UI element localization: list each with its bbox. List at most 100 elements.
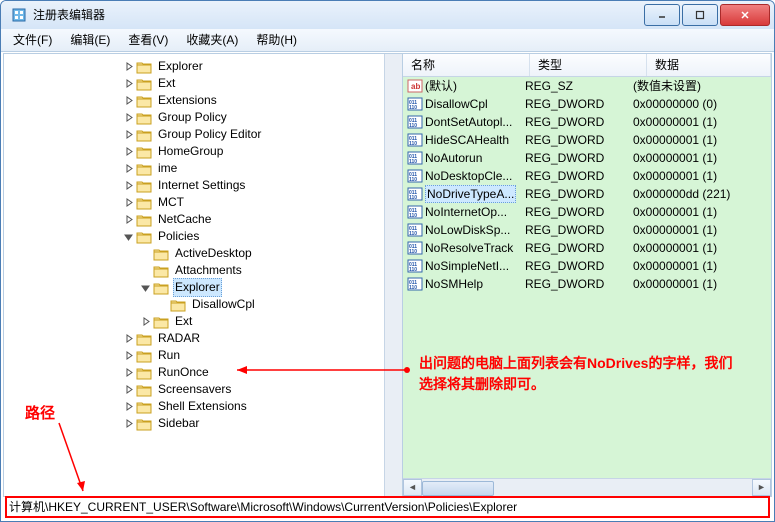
expander-icon[interactable] [123,61,134,72]
maximize-button[interactable] [682,4,718,26]
menu-edit[interactable]: 编辑(E) [62,30,118,51]
tree-row[interactable]: Policies [4,228,402,245]
tree-row[interactable]: RADAR [4,330,402,347]
list-row[interactable]: 011110NoDriveTypeA...REG_DWORD0x000000dd… [403,185,771,203]
titlebar[interactable]: 注册表编辑器 [1,1,774,29]
expander-icon[interactable] [123,418,134,429]
tree-row[interactable]: ActiveDesktop [4,245,402,262]
list-hscrollbar[interactable]: ◄ ► [403,478,771,496]
menu-favorites[interactable]: 收藏夹(A) [178,30,246,51]
expander-icon[interactable] [140,282,151,293]
tree-row[interactable]: Explorer [4,58,402,75]
list-row[interactable]: 011110NoAutorunREG_DWORD0x00000001 (1) [403,149,771,167]
expander-icon[interactable] [123,95,134,106]
tree-row[interactable]: MCT [4,194,402,211]
tree-row[interactable]: DisallowCpl [4,296,402,313]
scroll-right-button[interactable]: ► [752,479,771,496]
close-button[interactable] [720,4,770,26]
folder-icon [136,94,152,108]
tree-row[interactable]: Group Policy Editor [4,126,402,143]
menu-file[interactable]: 文件(F) [5,30,60,51]
expander-icon [140,248,151,259]
list-row[interactable]: 011110DontSetAutopl...REG_DWORD0x0000000… [403,113,771,131]
tree-row[interactable]: Group Policy [4,109,402,126]
menu-help[interactable]: 帮助(H) [248,30,305,51]
tree-row[interactable]: Ext [4,313,402,330]
folder-icon [136,213,152,227]
value-data: 0x00000001 (1) [629,132,771,149]
value-name: NoDesktopCle... [425,168,512,185]
folder-icon [136,77,152,91]
expander-icon[interactable] [123,367,134,378]
value-data: 0x00000001 (1) [629,150,771,167]
value-name: DisallowCpl [425,96,488,113]
expander-icon[interactable] [123,333,134,344]
expander-icon [140,265,151,276]
tree-row[interactable]: RunOnce [4,364,402,381]
minimize-button[interactable] [644,4,680,26]
expander-icon[interactable] [123,231,134,242]
expander-icon[interactable] [123,350,134,361]
tree-row[interactable]: Sidebar [4,415,402,432]
folder-icon [136,60,152,74]
expander-icon[interactable] [123,146,134,157]
svg-text:110: 110 [409,249,417,255]
value-type: REG_DWORD [521,96,629,113]
col-header-name[interactable]: 名称 [403,54,530,76]
expander-icon[interactable] [140,316,151,327]
tree-row[interactable]: NetCache [4,211,402,228]
expander-icon[interactable] [123,214,134,225]
expander-icon[interactable] [123,180,134,191]
tree-row[interactable]: ime [4,160,402,177]
scroll-left-button[interactable]: ◄ [403,479,422,496]
expander-icon[interactable] [123,129,134,140]
tree-vscrollbar[interactable] [384,54,402,496]
col-header-data[interactable]: 数据 [647,54,771,76]
tree-pane[interactable]: ExplorerExtExtensionsGroup PolicyGroup P… [3,53,403,497]
list-row[interactable]: ab(默认)REG_SZ(数值未设置) [403,77,771,95]
tree-label: Attachments [173,262,244,279]
folder-icon [136,400,152,414]
list-row[interactable]: 011110NoSimpleNetI...REG_DWORD0x00000001… [403,257,771,275]
list-row[interactable]: 011110NoDesktopCle...REG_DWORD0x00000001… [403,167,771,185]
value-name: (默认) [425,78,457,95]
expander-icon[interactable] [123,384,134,395]
tree-row[interactable]: HomeGroup [4,143,402,160]
tree-row[interactable]: Explorer [4,279,402,296]
value-data: 0x00000000 (0) [629,96,771,113]
folder-icon [153,315,169,329]
folder-icon [136,366,152,380]
list-row[interactable]: 011110NoResolveTrackREG_DWORD0x00000001 … [403,239,771,257]
window-title: 注册表编辑器 [33,7,644,24]
tree-row[interactable]: Extensions [4,92,402,109]
list-row[interactable]: 011110NoInternetOp...REG_DWORD0x00000001… [403,203,771,221]
value-name: NoInternetOp... [425,204,507,221]
list-row[interactable]: 011110HideSCAHealthREG_DWORD0x00000001 (… [403,131,771,149]
value-type: REG_DWORD [521,114,629,131]
list-pane[interactable]: 名称 类型 数据 ab(默认)REG_SZ(数值未设置) 011110 Disall… [403,53,772,497]
value-type: REG_DWORD [521,222,629,239]
string-value-icon: ab [407,79,423,93]
menu-view[interactable]: 查看(V) [120,30,176,51]
folder-icon [136,111,152,125]
expander-icon[interactable] [123,197,134,208]
expander-icon[interactable] [123,163,134,174]
scroll-thumb[interactable] [422,481,494,496]
col-header-type[interactable]: 类型 [530,54,647,76]
list-row[interactable]: 011110NoLowDiskSp...REG_DWORD0x00000001 … [403,221,771,239]
tree-row[interactable]: Screensavers [4,381,402,398]
value-data: 0x00000001 (1) [629,114,771,131]
list-row[interactable]: 011110DisallowCplREG_DWORD0x00000000 (0) [403,95,771,113]
expander-icon[interactable] [123,78,134,89]
expander-icon[interactable] [123,401,134,412]
binary-value-icon: 011110 [407,169,423,183]
tree-row[interactable]: Attachments [4,262,402,279]
tree-row[interactable]: Ext [4,75,402,92]
expander-icon[interactable] [123,112,134,123]
tree-row[interactable]: Internet Settings [4,177,402,194]
tree-row[interactable]: Shell Extensions [4,398,402,415]
tree-row[interactable]: Run [4,347,402,364]
list-row[interactable]: 011110NoSMHelpREG_DWORD0x00000001 (1) [403,275,771,293]
binary-value-icon: 011110 [407,223,423,237]
tree-label: Ext [173,313,194,330]
